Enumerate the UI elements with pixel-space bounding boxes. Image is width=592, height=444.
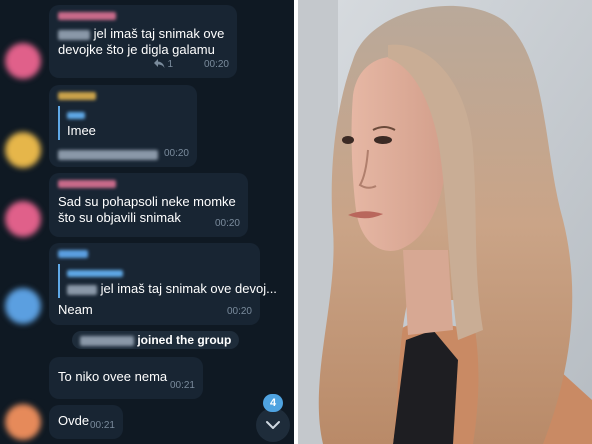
blurred-text — [67, 284, 97, 295]
message-text: jel imaš taj snimak ove devojke što je d… — [58, 26, 225, 57]
message-time: 00:20 — [214, 218, 240, 229]
message-time: 00:20 — [203, 59, 229, 70]
quoted-text: Imee — [67, 123, 96, 138]
blurred-text — [58, 29, 90, 40]
reply-quote[interactable]: Imee — [58, 106, 188, 140]
avatar[interactable] — [5, 404, 41, 440]
message-text: Sad su pohapsoli neke momke što su objav… — [58, 194, 236, 225]
message-bubble[interactable]: Imee 00:20 — [49, 85, 197, 167]
quoted-sender-blurred — [67, 112, 85, 120]
blurred-user-name — [80, 335, 134, 346]
blurred-text — [58, 149, 158, 160]
sender-name-blurred — [58, 250, 88, 258]
unread-count-badge: 4 — [263, 394, 283, 412]
portrait-illustration — [298, 0, 592, 444]
avatar[interactable] — [5, 201, 41, 237]
quoted-sender-blurred — [67, 270, 123, 278]
message-time: 00:20 — [163, 148, 189, 159]
reply-quote[interactable]: jel imaš taj snimak ove devoj... — [58, 264, 277, 298]
message-bubble[interactable]: jel imaš taj snimak ove devojke što je d… — [49, 5, 237, 78]
reply-arrow-icon — [153, 59, 165, 68]
sender-name-blurred — [58, 180, 116, 188]
avatar[interactable] — [5, 288, 41, 324]
message-time: 00:21 — [169, 380, 195, 391]
message-time: 00:20 — [226, 306, 252, 317]
sender-name-blurred — [58, 92, 96, 100]
reply-count[interactable]: 1 — [153, 57, 173, 73]
message-bubble[interactable]: Sad su pohapsoli neke momke što su objav… — [49, 173, 248, 237]
sender-name-blurred — [58, 12, 116, 20]
chevron-down-icon — [266, 421, 280, 429]
message-text: Neam — [58, 302, 93, 317]
avatar[interactable] — [5, 132, 41, 168]
telegram-chat-panel: jel imaš taj snimak ove devojke što je d… — [0, 0, 294, 444]
message-bubble[interactable]: Ovde 00:21 — [49, 405, 123, 439]
scroll-down-button[interactable] — [256, 408, 290, 442]
quoted-text: jel imaš taj snimak ove devoj... — [67, 281, 277, 297]
message-bubble[interactable]: To niko ovee nema 00:21 — [49, 357, 203, 399]
service-message: joined the group — [72, 331, 240, 349]
message-bubble[interactable]: jel imaš taj snimak ove devoj... Neam 00… — [49, 243, 277, 325]
message-time: 00:21 — [89, 420, 115, 431]
photo-young-woman — [298, 0, 592, 444]
avatar[interactable] — [5, 43, 41, 79]
